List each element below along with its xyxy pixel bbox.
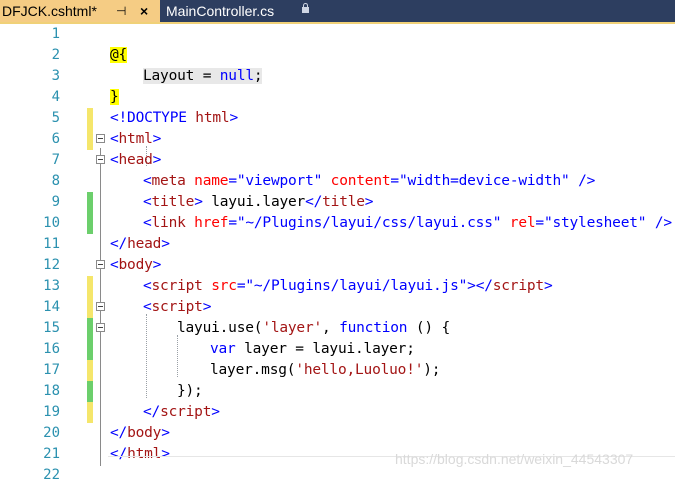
code-text: });: [177, 383, 203, 399]
code-text: <body>: [110, 257, 162, 273]
code-line: 1: [0, 24, 675, 45]
line-number: 20: [43, 425, 60, 441]
code-line: 19 </script>: [0, 402, 675, 423]
code-line: 16 var layer = layui.layer;: [0, 339, 675, 360]
code-line: 10 <link href="~/Plugins/layui/css/layui…: [0, 213, 675, 234]
code-text: <head>: [110, 152, 162, 168]
change-marker-unsaved: [87, 297, 93, 318]
code-line: 2 @{: [0, 45, 675, 66]
watermark: https://blog.csdn.net/weixin_44543307: [395, 451, 634, 467]
code-editor[interactable]: 1 2 @{ 3 Layout = null; 4 } 5 <!DOCTYPE …: [0, 24, 675, 483]
code-text: <link href="~/Plugins/layui/css/layui.cs…: [143, 215, 672, 231]
change-marker-unsaved: [87, 129, 93, 150]
code-text: var layer = layui.layer;: [210, 341, 415, 357]
change-marker-saved: [87, 318, 93, 339]
line-number: 17: [43, 362, 60, 378]
collapse-icon[interactable]: [96, 260, 105, 269]
code-line: 7 <head>: [0, 150, 675, 171]
code-text: </head>: [110, 236, 170, 252]
change-marker-unsaved: [87, 108, 93, 129]
change-marker-saved: [87, 339, 93, 360]
code-text: <script>: [143, 299, 212, 315]
collapse-icon[interactable]: [96, 302, 105, 311]
tab-label: MainController.cs: [166, 3, 275, 19]
line-number: 9: [51, 194, 60, 210]
line-number: 2: [51, 47, 60, 63]
change-marker-saved: [87, 213, 93, 234]
code-text: layui.use('layer', function () {: [177, 320, 450, 336]
code-text: <html>: [110, 131, 162, 147]
close-icon[interactable]: ×: [140, 0, 148, 22]
line-number: 3: [51, 68, 60, 84]
document-tab-strip: DFJCK.cshtml* ⊣ × MainController.cs: [0, 0, 675, 24]
code-text: <!DOCTYPE html>: [110, 110, 238, 126]
pin-icon[interactable]: ⊣: [116, 0, 126, 22]
code-text: <title> layui.layer</title>: [143, 194, 374, 210]
tab-label: DFJCK.cshtml*: [2, 3, 97, 19]
code-line: 9 <title> layui.layer</title>: [0, 192, 675, 213]
code-text: </html>: [110, 446, 170, 462]
code-line: 17 layer.msg('hello,Luoluo!');: [0, 360, 675, 381]
collapse-icon[interactable]: [96, 155, 105, 164]
lock-icon: [302, 3, 309, 14]
line-number: 10: [43, 215, 60, 231]
code-line: 12 <body>: [0, 255, 675, 276]
code-text: </body>: [110, 425, 170, 441]
code-text: @{: [110, 47, 128, 63]
code-text: Layout = null;: [143, 68, 263, 84]
code-text: <script src="~/Plugins/layui/layui.js"><…: [143, 278, 553, 294]
code-line: 22: [0, 465, 675, 486]
line-number: 7: [51, 152, 60, 168]
code-text: layer.msg('hello,Luoluo!');: [210, 362, 441, 378]
line-number: 12: [43, 257, 60, 273]
line-number: 22: [43, 467, 60, 483]
line-number: 21: [43, 446, 60, 462]
code-line: 20 </body>: [0, 423, 675, 444]
code-line: 3 Layout = null;: [0, 66, 675, 87]
code-text: </script>: [143, 404, 220, 420]
line-number: 1: [51, 26, 60, 42]
line-number: 15: [43, 320, 60, 336]
change-marker-unsaved: [87, 402, 93, 423]
collapse-icon[interactable]: [96, 134, 105, 143]
line-number: 11: [43, 236, 60, 252]
code-text: }: [110, 89, 119, 105]
line-number: 16: [43, 341, 60, 357]
change-marker-saved: [87, 381, 93, 402]
code-line: 4 }: [0, 87, 675, 108]
tab-maincontroller-cs[interactable]: MainController.cs: [162, 0, 322, 22]
line-number: 19: [43, 404, 60, 420]
code-line: 6 <html>: [0, 129, 675, 150]
line-number: 18: [43, 383, 60, 399]
code-text: <meta name="viewport" content="width=dev…: [143, 173, 596, 189]
code-line: 8 <meta name="viewport" content="width=d…: [0, 171, 675, 192]
tab-dfjck-cshtml[interactable]: DFJCK.cshtml* ⊣ ×: [0, 0, 160, 22]
change-marker-saved: [87, 192, 93, 213]
change-marker-unsaved: [87, 276, 93, 297]
code-line: 5 <!DOCTYPE html>: [0, 108, 675, 129]
line-number: 14: [43, 299, 60, 315]
code-line: 15 layui.use('layer', function () {: [0, 318, 675, 339]
code-line: 18 });: [0, 381, 675, 402]
line-number: 13: [43, 278, 60, 294]
line-number: 8: [51, 173, 60, 189]
code-line: 14 <script>: [0, 297, 675, 318]
line-number: 5: [51, 110, 60, 126]
code-line: 11 </head>: [0, 234, 675, 255]
collapse-icon[interactable]: [96, 323, 105, 332]
code-line: 13 <script src="~/Plugins/layui/layui.js…: [0, 276, 675, 297]
change-marker-unsaved: [87, 360, 93, 381]
line-number: 6: [51, 131, 60, 147]
line-number: 4: [51, 89, 60, 105]
